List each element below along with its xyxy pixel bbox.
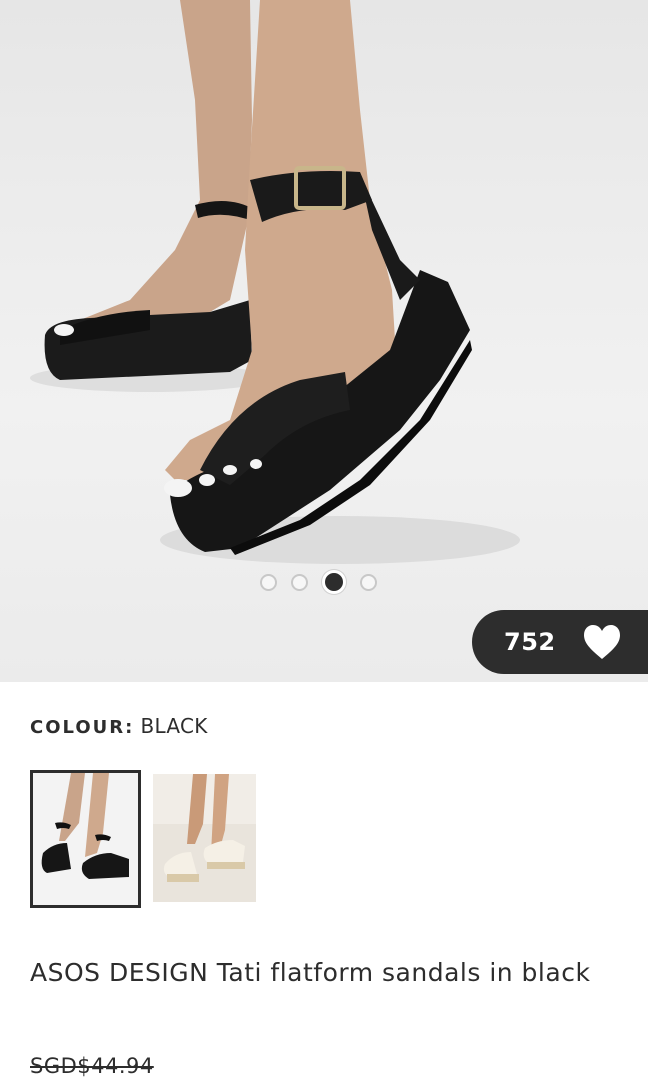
colour-key: COLOUR: — [30, 717, 135, 738]
product-title: ASOS DESIGN Tati flatform sandals in bla… — [30, 958, 591, 987]
product-image-gallery[interactable]: 752 — [0, 0, 648, 682]
carousel-dots — [260, 570, 377, 594]
save-count: 752 — [504, 628, 556, 656]
carousel-dot-3-active[interactable] — [322, 570, 346, 594]
colour-value: BLACK — [140, 714, 208, 738]
product-price: SGD$44.94 — [30, 1054, 154, 1078]
carousel-dot-1[interactable] — [260, 573, 277, 591]
carousel-dot-2[interactable] — [291, 573, 308, 591]
colour-label: COLOUR: BLACK — [30, 714, 208, 739]
heart-icon — [584, 625, 620, 659]
variant-thumb-black[interactable] — [30, 770, 141, 908]
save-for-later-button[interactable]: 752 — [472, 610, 648, 674]
colour-variants — [30, 770, 256, 908]
variant-thumb-beige[interactable] — [153, 774, 256, 902]
carousel-dot-4[interactable] — [360, 573, 377, 591]
